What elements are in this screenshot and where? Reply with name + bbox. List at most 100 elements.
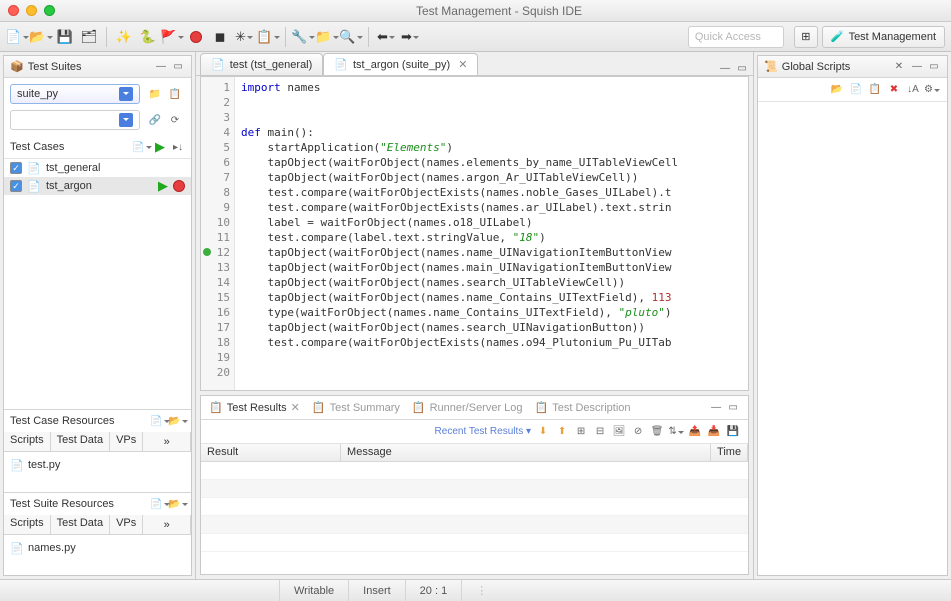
maximize-icon[interactable]: ▭ <box>927 60 941 74</box>
editor-content[interactable]: import names def main(): startApplicatio… <box>235 77 748 390</box>
copy-icon[interactable]: 📋 <box>868 83 882 97</box>
close-tab-icon[interactable]: ✕ <box>892 60 906 74</box>
results-tab[interactable]: 📋Test Results ✕ <box>209 401 300 414</box>
more-tabs-button[interactable]: » <box>143 515 191 534</box>
results-tab[interactable]: 📋Test Summary <box>312 401 400 414</box>
suite-select[interactable]: suite_py <box>10 84 140 104</box>
editor-tabs: 📄test (tst_general)📄tst_argon (suite_py)… <box>196 52 753 76</box>
editor-tab[interactable]: 📄test (tst_general) <box>200 53 323 75</box>
resource-tab[interactable]: Test Data <box>51 515 110 534</box>
sort-icon[interactable]: ↓A <box>906 83 920 97</box>
recent-results-link[interactable]: Recent Test Results ▾ <box>435 426 532 437</box>
record-icon[interactable] <box>173 180 185 192</box>
minimize-icon[interactable]: — <box>718 61 732 75</box>
maximize-icon[interactable]: ▭ <box>171 60 185 74</box>
file-icon: 📄 <box>10 458 24 472</box>
link-icon[interactable]: 🔗 <box>148 113 162 127</box>
checkbox-icon[interactable]: ✓ <box>10 162 22 174</box>
filter-icon[interactable]: ⇅ <box>669 425 683 439</box>
expand-icon[interactable]: ⊞ <box>574 425 588 439</box>
filter-select[interactable] <box>10 110 140 130</box>
testcase-item[interactable]: ✓ 📄 tst_general <box>4 159 191 177</box>
global-scripts-tree[interactable] <box>758 102 947 522</box>
save-results-icon[interactable]: 💾 <box>726 425 740 439</box>
run-flag-button[interactable]: 🚩 <box>161 26 183 48</box>
wand-button[interactable]: ✨ <box>113 26 135 48</box>
window-zoom-button[interactable] <box>44 5 55 16</box>
navigate-button[interactable]: 📁 <box>316 26 338 48</box>
results-column-header[interactable]: Result <box>201 444 341 461</box>
save-button[interactable]: 💾 <box>54 26 76 48</box>
arrow-up-icon[interactable]: ⬆ <box>555 425 569 439</box>
stop-button[interactable]: ◼ <box>209 26 231 48</box>
results-column-header[interactable]: Message <box>341 444 711 461</box>
run-selected-button[interactable]: ▸↓ <box>171 140 185 154</box>
minimize-icon[interactable]: — <box>910 60 924 74</box>
arrow-down-icon[interactable]: ⬇ <box>536 425 550 439</box>
resource-tab[interactable]: Scripts <box>4 515 51 534</box>
launch-button[interactable]: ✳ <box>233 26 255 48</box>
save-all-button[interactable]: 🗂 <box>78 26 100 48</box>
new-suiteres-button[interactable]: 📄 <box>153 497 167 511</box>
results-tab[interactable]: 📋Runner/Server Log <box>412 401 523 414</box>
minimize-icon[interactable]: — <box>154 60 168 74</box>
resource-file[interactable]: 📄names.py <box>10 539 185 557</box>
clear-icon[interactable]: ⊘ <box>631 425 645 439</box>
open-suiteres-button[interactable]: 📂 <box>171 497 185 511</box>
results-tab[interactable]: 📋Test Description <box>535 401 631 414</box>
settings-button[interactable]: 📋 <box>257 26 279 48</box>
quick-access-input[interactable]: Quick Access <box>688 26 784 48</box>
results-column-header[interactable]: Time <box>711 444 748 461</box>
new-button[interactable]: 📄 <box>6 26 28 48</box>
new-caseres-button[interactable]: 📄 <box>153 414 167 428</box>
editor-tab[interactable]: 📄tst_argon (suite_py)✕ <box>323 53 478 75</box>
back-button[interactable]: ⬅ <box>375 26 397 48</box>
collapse-icon[interactable]: ⊟ <box>593 425 607 439</box>
resource-tab[interactable]: Test Data <box>51 432 110 451</box>
open-caseres-button[interactable]: 📂 <box>171 414 185 428</box>
toolbar-separator <box>285 27 286 47</box>
resource-tab[interactable]: VPs <box>110 432 143 451</box>
refresh-icon[interactable]: ⟳ <box>168 113 182 127</box>
minimize-icon[interactable]: — <box>709 401 723 415</box>
play-icon[interactable]: ▶ <box>158 178 168 194</box>
more-tabs-button[interactable]: » <box>143 432 191 451</box>
perspective-test-management[interactable]: 🧪 Test Management <box>822 26 945 48</box>
window-minimize-button[interactable] <box>26 5 37 16</box>
maximize-icon[interactable]: ▭ <box>726 401 740 415</box>
close-icon[interactable]: ✕ <box>291 401 300 414</box>
search-tool-button[interactable]: 🔍 <box>340 26 362 48</box>
add-folder-icon[interactable]: 📂 <box>830 83 844 97</box>
results-tab-label: Test Description <box>552 402 630 414</box>
window-close-button[interactable] <box>8 5 19 16</box>
python-button[interactable]: 🐍 <box>137 26 159 48</box>
breakpoint-icon[interactable] <box>203 248 211 256</box>
resource-tab[interactable]: VPs <box>110 515 143 534</box>
debug-button[interactable]: 🔧 <box>292 26 314 48</box>
maximize-icon[interactable]: ▭ <box>735 61 749 75</box>
open-perspective-button[interactable]: ⊞ <box>794 26 818 48</box>
view-menu-icon[interactable]: ⚙ <box>925 83 939 97</box>
resource-file[interactable]: 📄test.py <box>10 456 185 474</box>
suite-settings-icon[interactable]: 📋 <box>168 87 182 101</box>
record-button[interactable] <box>185 26 207 48</box>
run-suite-button[interactable]: ▶ <box>153 140 167 154</box>
delete-icon[interactable]: 🗑 <box>650 425 664 439</box>
status-writable: Writable <box>280 580 349 601</box>
export-icon[interactable]: 📤 <box>688 425 702 439</box>
import-icon[interactable]: 📥 <box>707 425 721 439</box>
new-testcase-button[interactable]: 📄 <box>135 140 149 154</box>
open-folder-button[interactable]: 📂 <box>30 26 52 48</box>
forward-button[interactable]: ➡ <box>399 26 421 48</box>
testcase-item[interactable]: ✓ 📄 tst_argon ▶ <box>4 177 191 195</box>
checkbox-icon[interactable]: ✓ <box>10 180 22 192</box>
screenshot-icon[interactable]: 🖼 <box>612 425 626 439</box>
delete-script-icon[interactable]: ✖ <box>887 83 901 97</box>
new-script-icon[interactable]: 📄 <box>849 83 863 97</box>
code-editor[interactable]: 1234567891011121314151617181920 import n… <box>200 76 749 391</box>
close-icon[interactable]: ✕ <box>458 58 467 71</box>
suite-select-value: suite_py <box>17 88 58 100</box>
folder-icon[interactable]: 📁 <box>148 87 162 101</box>
window-titlebar: Test Management - Squish IDE <box>0 0 951 22</box>
resource-tab[interactable]: Scripts <box>4 432 51 451</box>
